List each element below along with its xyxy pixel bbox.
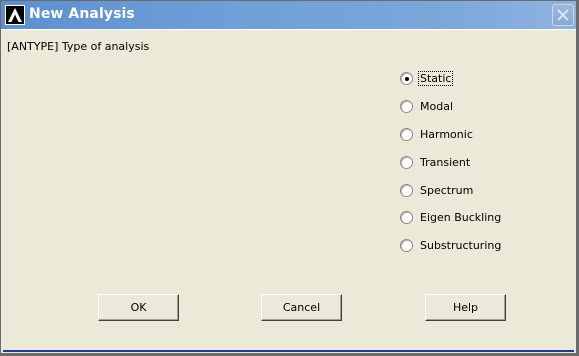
radio-label-modal[interactable]: Modal xyxy=(418,99,455,114)
radio-button-substructuring[interactable] xyxy=(400,239,413,253)
help-button[interactable]: Help xyxy=(425,294,506,321)
radio-label-harmonic[interactable]: Harmonic xyxy=(418,127,475,142)
radio-option-substructuring[interactable]: Substructuring xyxy=(400,232,560,260)
antype-prompt-label: [ANTYPE] Type of analysis xyxy=(7,40,150,53)
analysis-type-radio-group: Static Modal Harmonic Transient Spectrum… xyxy=(400,65,560,260)
radio-label-spectrum[interactable]: Spectrum xyxy=(418,183,475,198)
radio-button-modal[interactable] xyxy=(400,100,413,114)
close-button[interactable] xyxy=(552,4,574,26)
new-analysis-dialog: New Analysis [ANTYPE] Type of analysis S… xyxy=(0,0,579,356)
radio-label-substructuring[interactable]: Substructuring xyxy=(418,238,503,253)
window-title: New Analysis xyxy=(29,6,135,22)
radio-option-transient[interactable]: Transient xyxy=(400,148,560,176)
radio-option-eigen-buckling[interactable]: Eigen Buckling xyxy=(400,204,560,232)
radio-option-spectrum[interactable]: Spectrum xyxy=(400,176,560,204)
radio-option-harmonic[interactable]: Harmonic xyxy=(400,121,560,149)
radio-button-spectrum[interactable] xyxy=(400,183,413,197)
ok-button[interactable]: OK xyxy=(98,294,179,321)
ansys-logo-icon xyxy=(5,5,25,25)
radio-button-harmonic[interactable] xyxy=(400,127,413,141)
title-bar[interactable]: New Analysis xyxy=(1,1,576,30)
dialog-body: [ANTYPE] Type of analysis Static Modal H… xyxy=(3,31,574,352)
radio-button-transient[interactable] xyxy=(400,155,413,169)
radio-button-eigen-buckling[interactable] xyxy=(400,211,413,225)
close-x-icon xyxy=(557,9,569,21)
radio-button-static[interactable] xyxy=(400,72,413,86)
radio-label-eigen-buckling[interactable]: Eigen Buckling xyxy=(418,210,503,225)
radio-option-modal[interactable]: Modal xyxy=(400,93,560,121)
cancel-button[interactable]: Cancel xyxy=(261,294,342,321)
radio-option-static[interactable]: Static xyxy=(400,65,560,93)
radio-label-static[interactable]: Static xyxy=(418,71,454,87)
radio-label-transient[interactable]: Transient xyxy=(418,155,472,170)
